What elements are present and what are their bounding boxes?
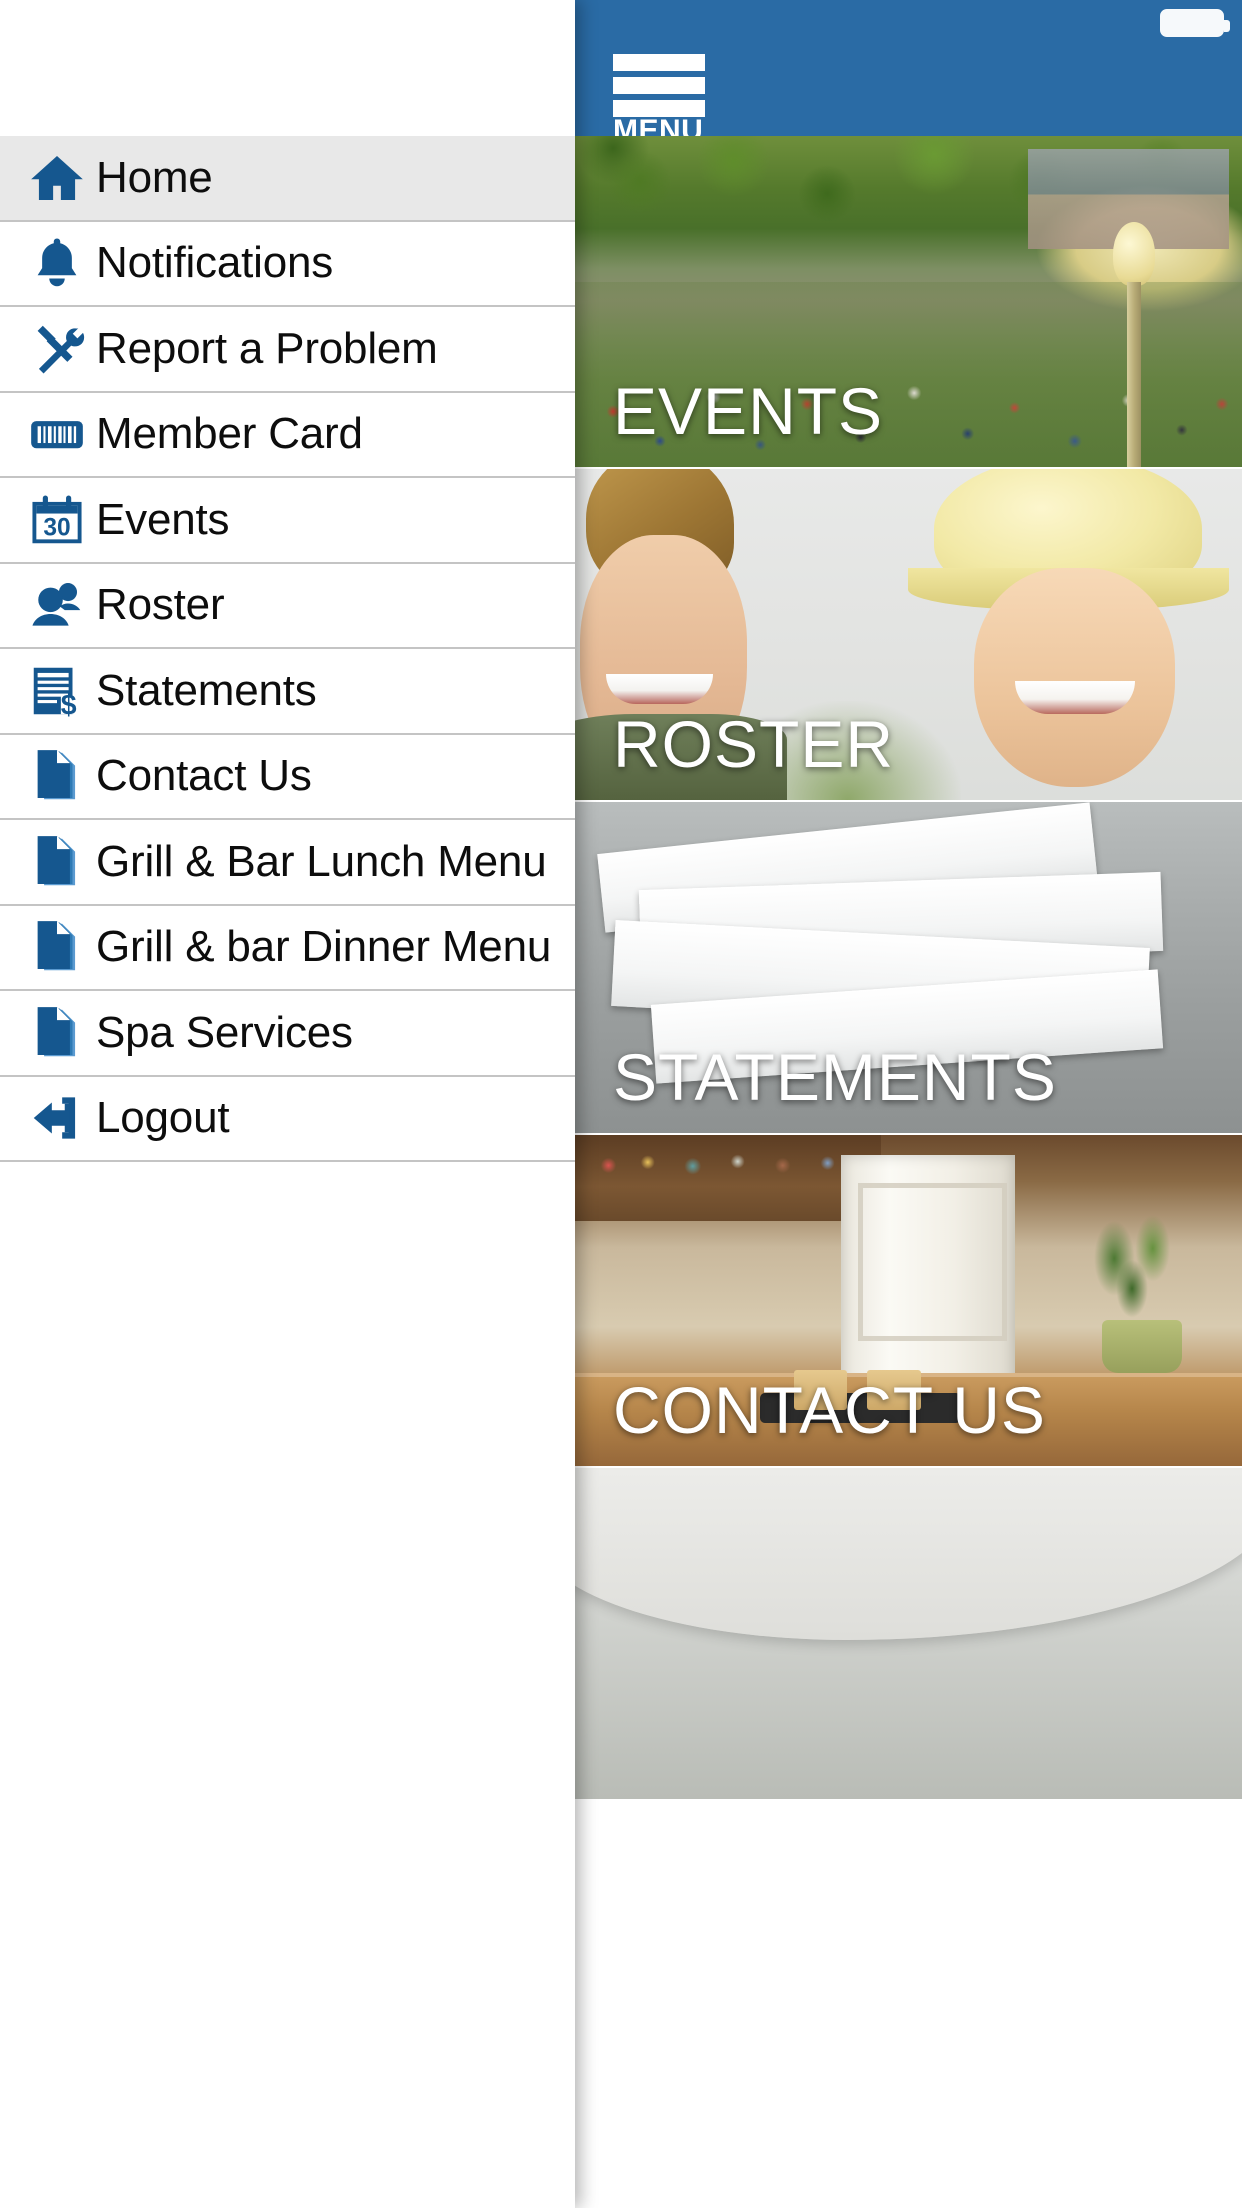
people-icon: [18, 573, 96, 637]
woman-face: [974, 568, 1176, 787]
drawer-empty-area: [0, 1162, 575, 2162]
man-smile: [606, 674, 714, 704]
drawer-item-label: Roster: [96, 580, 225, 630]
plant: [1061, 1207, 1209, 1334]
lamp-pole: [1127, 282, 1142, 467]
drawer-item-spa-services[interactable]: Spa Services: [0, 991, 575, 1077]
column: [840, 1154, 1015, 1394]
tile-label-roster: ROSTER: [613, 707, 895, 781]
status-bar: [573, 0, 1242, 44]
home-screen-behind-drawer: MENU EVENTS ROSTER STATEMENTS CONTACT US: [573, 0, 1242, 2208]
drawer-item-label: Statements: [96, 665, 317, 715]
drawer-item-contact-us[interactable]: Contact Us: [0, 734, 575, 820]
logout-icon: [18, 1086, 96, 1150]
svg-text:$: $: [61, 689, 77, 721]
drawer-item-label: Notifications: [96, 238, 334, 288]
lamp-post: [1113, 222, 1156, 467]
tile-label-contact-us: CONTACT US: [613, 1373, 1046, 1447]
navigation-drawer: Home Notifications Report a Problem Member …: [0, 0, 575, 2208]
tile-statements[interactable]: STATEMENTS: [573, 802, 1242, 1135]
document-icon: [18, 744, 96, 808]
drawer-item-logout[interactable]: Logout: [0, 1076, 575, 1162]
next-tile-photo: [573, 1468, 1242, 1799]
drawer-item-list: Home Notifications Report a Problem Member …: [0, 136, 575, 1162]
drawer-item-label: Member Card: [96, 409, 363, 459]
tile-label-statements: STATEMENTS: [613, 1040, 1057, 1114]
tile-events[interactable]: EVENTS: [573, 136, 1242, 469]
drawer-item-label: Report a Problem: [96, 323, 438, 373]
drawer-item-label: Logout: [96, 1093, 230, 1143]
drawer-item-grill-bar-lunch-menu[interactable]: Grill & Bar Lunch Menu: [0, 820, 575, 906]
svg-text:30: 30: [43, 514, 70, 541]
app-screen: MENU EVENTS ROSTER STATEMENTS CONTACT US…: [0, 0, 1242, 2208]
drawer-item-label: Contact Us: [96, 751, 312, 801]
home-tile-list: EVENTS ROSTER STATEMENTS CONTACT US: [573, 136, 1242, 1801]
invoice-icon: $: [18, 659, 96, 723]
vase: [1101, 1320, 1182, 1374]
hamburger-bar-2: [613, 77, 705, 94]
document-icon: [18, 830, 96, 894]
drawer-item-events[interactable]: 30 Events: [0, 478, 575, 564]
tile-contact-us[interactable]: CONTACT US: [573, 1135, 1242, 1468]
tools-icon: [18, 317, 96, 381]
drawer-item-member-card[interactable]: Member Card: [0, 392, 575, 478]
drawer-item-label: Events: [96, 494, 230, 544]
document-icon: [18, 1001, 96, 1065]
drawer-item-notifications[interactable]: Notifications: [0, 221, 575, 307]
calendar-30-icon: 30: [18, 488, 96, 552]
drawer-item-grill-bar-dinner-menu[interactable]: Grill & bar Dinner Menu: [0, 905, 575, 991]
woman-smile: [1014, 680, 1135, 714]
battery-full-icon: [1160, 9, 1230, 37]
tile-next[interactable]: [573, 1468, 1242, 1801]
drawer-top-spacer: [0, 0, 575, 136]
barcode-icon: [18, 402, 96, 466]
menu-button[interactable]: MENU: [613, 54, 705, 146]
hamburger-menu-icon: [613, 54, 705, 71]
drawer-item-label: Home: [96, 152, 213, 202]
tile-label-events: EVENTS: [613, 374, 884, 448]
tile-roster[interactable]: ROSTER: [573, 469, 1242, 802]
drawer-item-home[interactable]: Home: [0, 136, 575, 222]
bell-icon: [18, 231, 96, 295]
drawer-item-label: Grill & bar Dinner Menu: [96, 922, 552, 972]
swoosh: [573, 1468, 1242, 1641]
document-icon: [18, 915, 96, 979]
shelf-items: [586, 1141, 868, 1182]
drawer-item-roster[interactable]: Roster: [0, 563, 575, 649]
drawer-item-label: Grill & Bar Lunch Menu: [96, 836, 547, 886]
drawer-item-report-a-problem[interactable]: Report a Problem: [0, 307, 575, 393]
drawer-item-statements[interactable]: $ Statements: [0, 649, 575, 735]
home-icon: [18, 146, 96, 210]
lamp-globe: [1113, 222, 1156, 287]
drawer-item-label: Spa Services: [96, 1007, 353, 1057]
